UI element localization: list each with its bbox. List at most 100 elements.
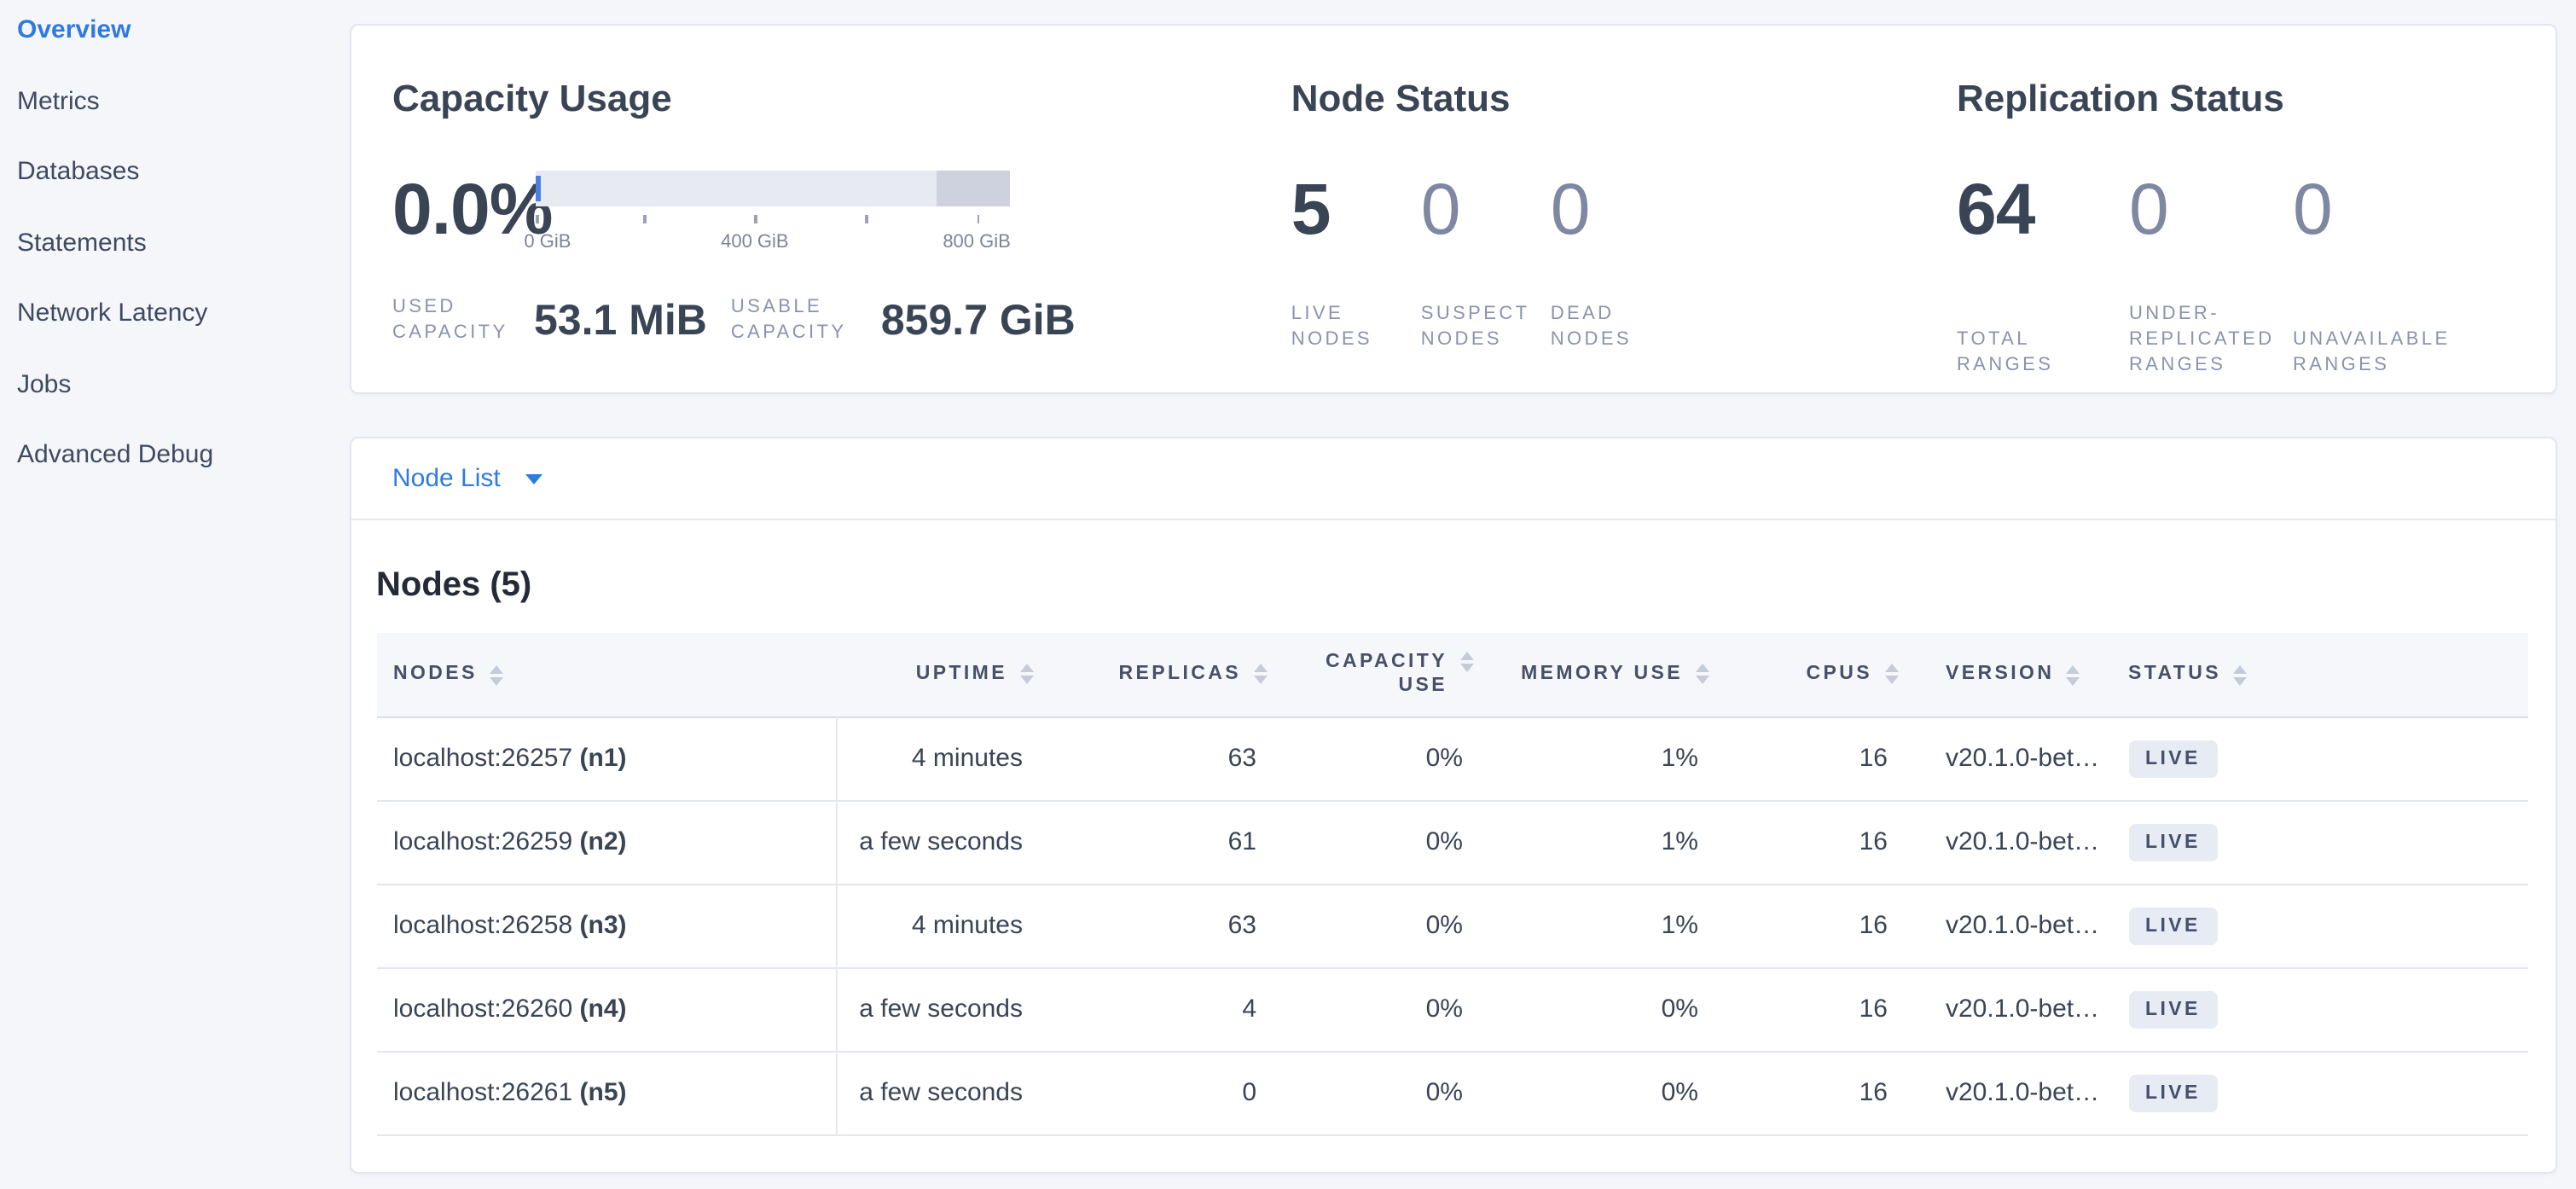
column-header-label: VERSION [1946, 663, 2054, 687]
capacity-gauge-track [536, 171, 1010, 206]
node-status-stat-row: 5 0 0 [1291, 162, 1957, 258]
replicas-cell: 0 [1043, 1051, 1277, 1134]
table-header-row: NODES UPTIME REPLICAS CAPACITY USE MEMOR… [376, 633, 2527, 716]
status-cell: LIVE [2125, 716, 2527, 800]
column-header-replicas[interactable]: REPLICAS [1043, 633, 1277, 716]
capacity-use-cell: 0% [1277, 967, 1483, 1051]
node-status-title: Node Status [1291, 77, 1957, 121]
capacity-usage-section: Capacity Usage 0.0% 0 GiB [392, 26, 1291, 392]
sort-icon[interactable] [1884, 663, 1898, 685]
sort-icon[interactable] [1019, 663, 1033, 685]
total-ranges-label: TOTAL RANGES [1957, 328, 2080, 379]
axis-tick [755, 215, 757, 223]
axis-tick [977, 215, 979, 223]
sidebar-item-label: Network Latency [17, 297, 207, 329]
nodes-table-title: Nodes (5) [376, 568, 2525, 602]
sort-icon[interactable] [1459, 651, 1473, 673]
status-badge: LIVE [2128, 990, 2218, 1028]
nodes-table-section: Nodes (5) NODES UPTIME REPLICAS CAPACITY… [351, 520, 2556, 1171]
unavailable-ranges-value: 0 [2293, 162, 2515, 258]
capacity-usage-stat-row: 0.0% 0 GiB 400 GiB 800 GiB [392, 162, 1291, 258]
node-address-cell: localhost:26257 (n1) [376, 716, 837, 800]
cpus-cell: 16 [1719, 1051, 1908, 1134]
column-header-status[interactable]: STATUS [2125, 633, 2527, 716]
sidebar-item-network-latency[interactable]: Network Latency [17, 297, 350, 368]
sidebar-item-statements[interactable]: Statements [17, 226, 350, 297]
uptime-cell: a few seconds [837, 1051, 1043, 1134]
node-id: (n3) [580, 911, 627, 940]
table-row: localhost:26261 (n5) a few seconds 0 0% … [376, 1051, 2527, 1134]
status-badge: LIVE [2128, 823, 2218, 861]
node-list-selector-label: Node List [392, 464, 501, 493]
node-address: localhost:26261 [393, 1078, 572, 1107]
dead-nodes-value: 0 [1551, 162, 1684, 258]
live-nodes-value: 5 [1291, 162, 1421, 258]
axis-tick-label: 400 GiB [721, 232, 789, 252]
memory-use-cell: 0% [1483, 1051, 1719, 1134]
unavailable-ranges-label: UNAVAILABLE RANGES [2293, 328, 2480, 379]
axis-tick-label: 800 GiB [943, 232, 1011, 252]
used-capacity-value: 53.1 MiB [534, 296, 707, 345]
replicas-cell: 63 [1043, 716, 1277, 800]
status-cell: LIVE [2125, 1051, 2527, 1134]
used-capacity-label: USED CAPACITY [392, 295, 519, 346]
table-row: localhost:26259 (n2) a few seconds 61 0%… [376, 800, 2527, 884]
sidebar-item-metrics[interactable]: Metrics [17, 84, 350, 155]
version-cell: v20.1.0-bet… [1908, 884, 2125, 967]
sort-icon[interactable] [2066, 664, 2080, 686]
under-replicated-ranges-label: UNDER-REPLICATED RANGES [2129, 302, 2293, 379]
node-address-cell: localhost:26258 (n3) [376, 884, 837, 967]
sort-icon[interactable] [490, 664, 503, 686]
column-header-cpus[interactable]: CPUS [1719, 633, 1908, 716]
sidebar-item-label: Statements [17, 226, 147, 258]
memory-use-cell: 1% [1483, 800, 1719, 884]
node-status-section: Node Status 5 0 0 LIVE NODES SUSPECT NOD… [1291, 26, 1957, 392]
capacity-use-cell: 0% [1277, 800, 1483, 884]
column-header-memory-use[interactable]: MEMORY USE [1483, 633, 1719, 716]
sort-icon[interactable] [1695, 663, 1709, 685]
replication-labels-row: TOTAL RANGES UNDER-REPLICATED RANGES UNA… [1957, 302, 2515, 379]
cluster-summary-card: Capacity Usage 0.0% 0 GiB [350, 24, 2557, 394]
sidebar-item-jobs[interactable]: Jobs [17, 368, 350, 438]
status-cell: LIVE [2125, 800, 2527, 884]
axis-tick [644, 215, 647, 223]
sidebar: Overview Metrics Databases Statements Ne… [0, 0, 350, 1189]
node-address: localhost:26260 [393, 995, 572, 1024]
used-capacity-bar [536, 176, 541, 200]
column-header-uptime[interactable]: UPTIME [837, 633, 1043, 716]
sidebar-item-overview[interactable]: Overview [17, 14, 350, 84]
node-id: (n5) [580, 1078, 627, 1107]
under-replicated-ranges-value: 0 [2129, 162, 2293, 258]
column-header-nodes[interactable]: NODES [376, 633, 837, 716]
column-header-version[interactable]: VERSION [1908, 633, 2125, 716]
column-header-label: CAPACITY USE [1325, 651, 1448, 699]
node-list-card: Node List Nodes (5) NODES UPTIME REPLICA… [350, 437, 2557, 1173]
status-badge: LIVE [2128, 1074, 2218, 1111]
live-nodes-label: LIVE NODES [1291, 302, 1394, 353]
replication-status-title: Replication Status [1957, 77, 2515, 121]
node-address-cell: localhost:26260 (n4) [376, 967, 837, 1051]
sidebar-item-advanced-debug[interactable]: Advanced Debug [17, 438, 350, 509]
node-address-cell: localhost:26261 (n5) [376, 1051, 837, 1134]
column-header-label: REPLICAS [1119, 663, 1242, 687]
sort-icon[interactable] [1253, 663, 1267, 685]
status-cell: LIVE [2125, 884, 2527, 967]
axis-tick [536, 215, 538, 223]
sidebar-item-label: Advanced Debug [17, 438, 213, 471]
status-badge: LIVE [2128, 740, 2218, 777]
total-ranges-value: 64 [1957, 162, 2129, 258]
sidebar-item-databases[interactable]: Databases [17, 155, 350, 226]
node-id: (n2) [580, 827, 627, 856]
usable-capacity-value: 859.7 GiB [881, 296, 1076, 345]
sidebar-item-label: Jobs [17, 368, 71, 400]
capacity-gauge-dark-segment [937, 171, 1010, 206]
suspect-nodes-value: 0 [1421, 162, 1551, 258]
capacity-gauge-chart: 0 GiB 400 GiB 800 GiB [536, 162, 1010, 258]
capacity-values-row: USED CAPACITY 53.1 MiB USABLE CAPACITY 8… [392, 295, 1291, 346]
sort-icon[interactable] [2233, 664, 2247, 686]
cpus-cell: 16 [1719, 716, 1908, 800]
column-header-capacity-use[interactable]: CAPACITY USE [1277, 633, 1483, 716]
version-cell: v20.1.0-bet… [1908, 1051, 2125, 1134]
node-list-selector[interactable]: Node List [351, 438, 2556, 520]
usable-capacity-label: USABLE CAPACITY [731, 295, 867, 346]
